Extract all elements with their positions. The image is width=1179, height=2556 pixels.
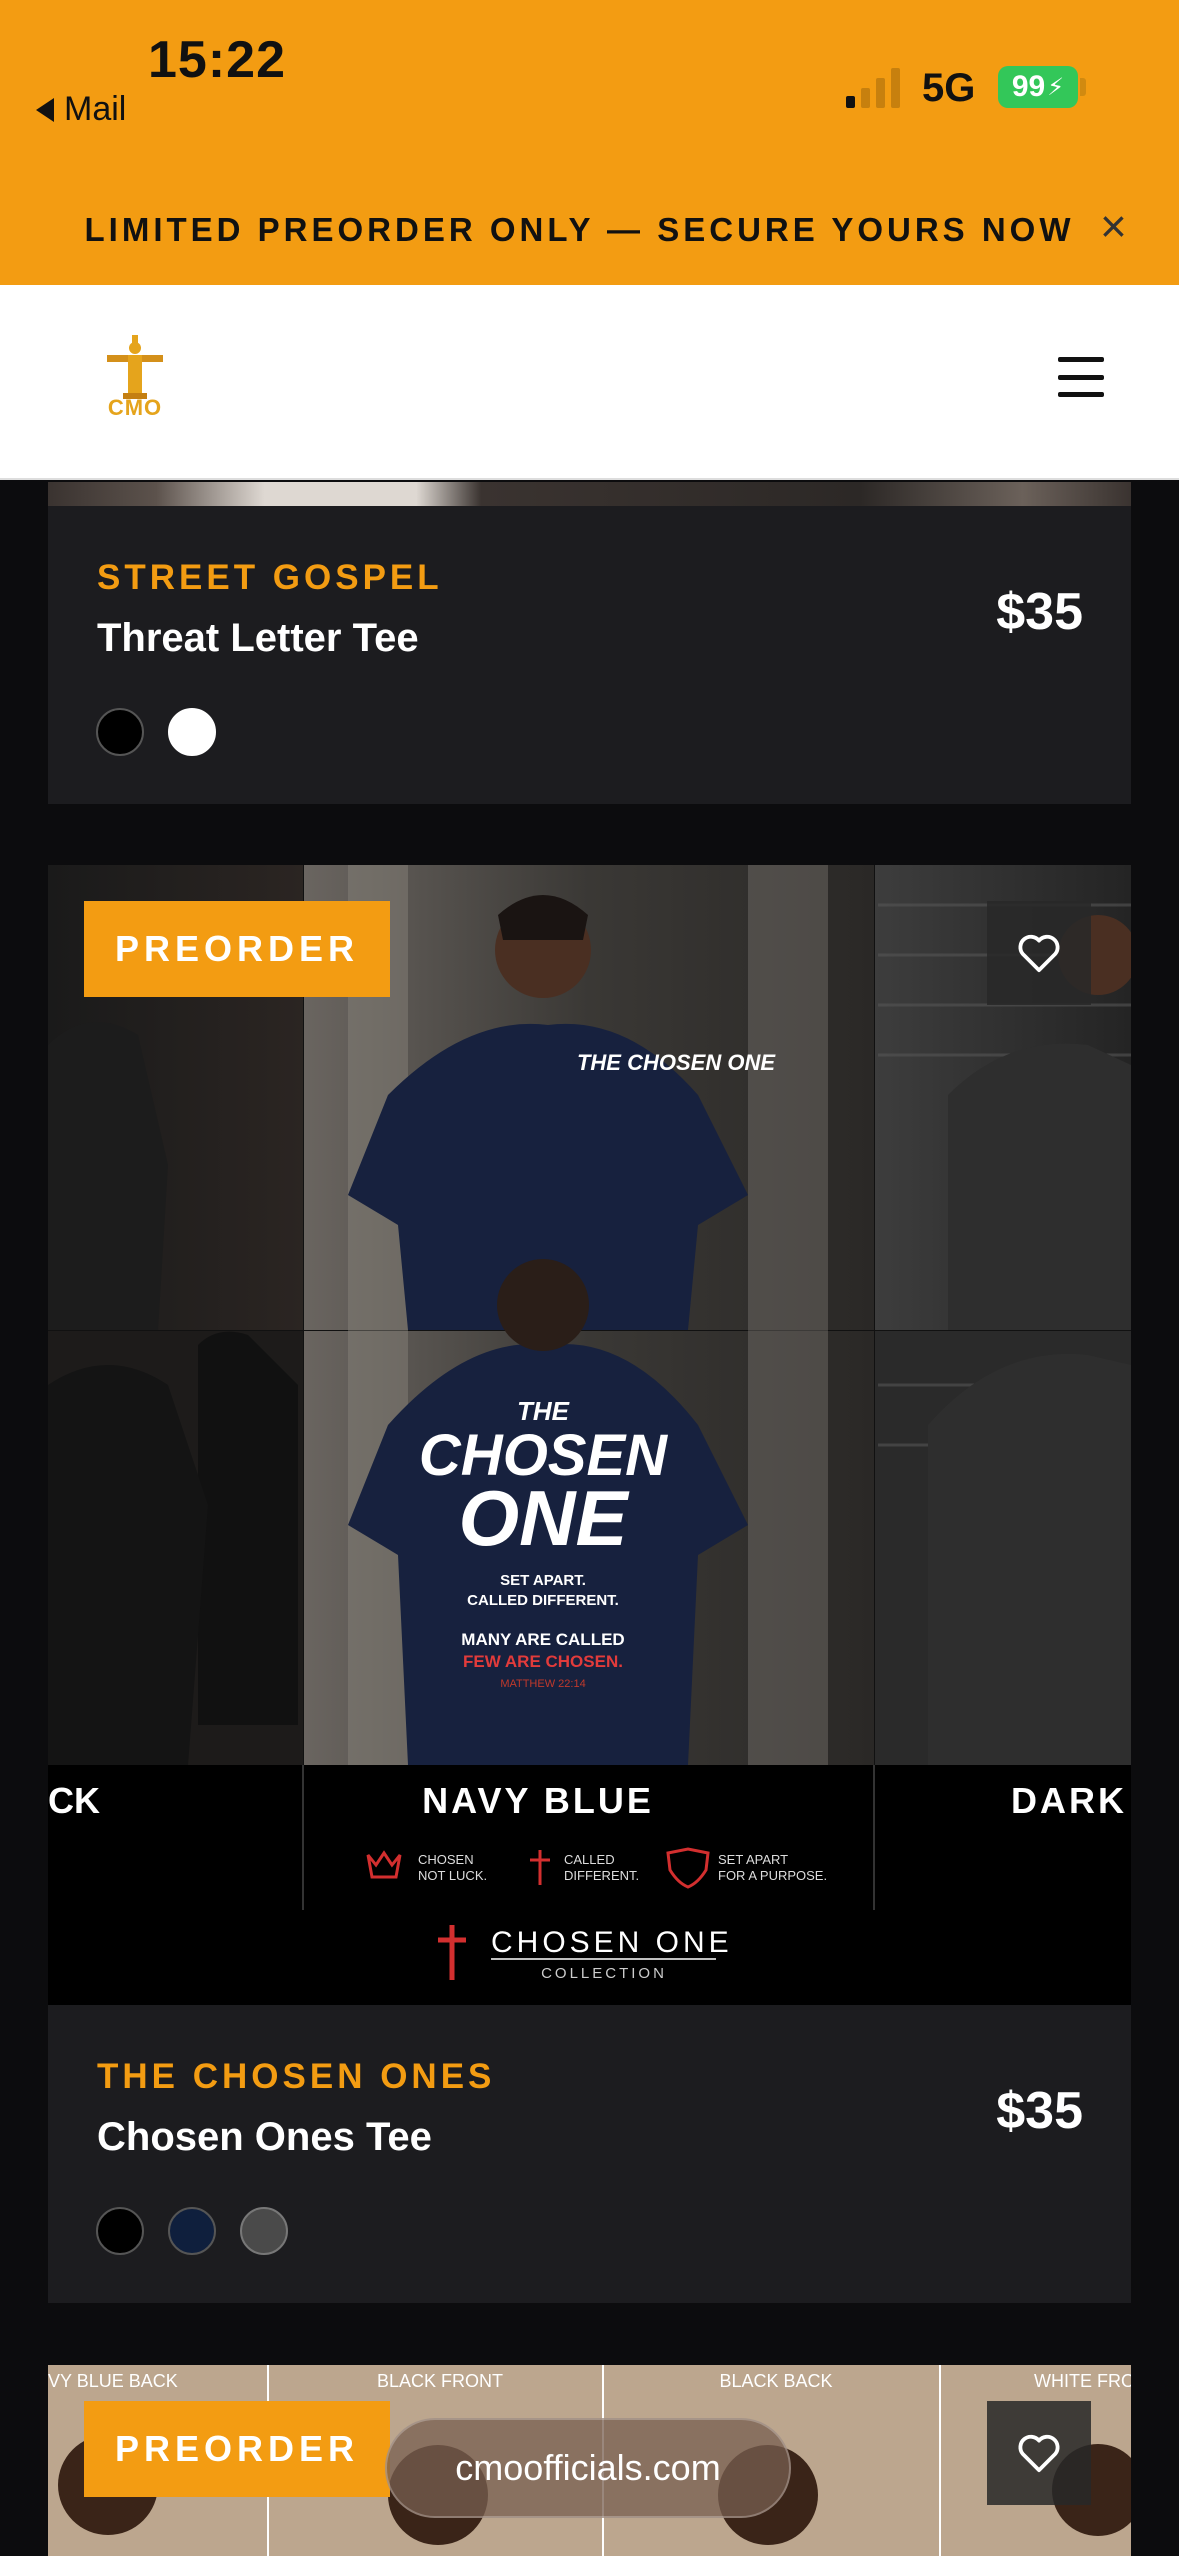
- product-name: Chosen Ones Tee: [97, 2115, 432, 2159]
- product-price: $35: [996, 583, 1083, 641]
- charging-icon: ⚡: [1047, 73, 1065, 101]
- collection-logo-title: CHOSEN ONE: [491, 1926, 733, 1959]
- panel-label-left: CK: [48, 1780, 100, 1821]
- cmo-logo[interactable]: CMO: [95, 333, 175, 429]
- svg-text:MATTHEW 22:14: MATTHEW 22:14: [500, 1678, 585, 1690]
- wishlist-button[interactable]: [987, 2401, 1091, 2505]
- svg-text:WHITE FRO: WHITE FRO: [1034, 2371, 1131, 2391]
- back-label: Mail: [64, 90, 127, 128]
- svg-text:SET APART.: SET APART.: [500, 1572, 586, 1589]
- site-header: CMO: [0, 285, 1179, 480]
- svg-text:MANY ARE CALLED: MANY ARE CALLED: [461, 1630, 624, 1649]
- preorder-badge: PREORDER: [84, 901, 390, 997]
- svg-text:BLACK BACK: BLACK BACK: [719, 2371, 832, 2391]
- promo-text: LIMITED PREORDER ONLY — SECURE YOURS NOW: [84, 211, 1075, 248]
- svg-text:BLACK FRONT: BLACK FRONT: [377, 2371, 503, 2391]
- product-photo-collage: THE CHOSEN ONE THE CHOSEN ONE SET APART.…: [48, 865, 1131, 2005]
- address-bar-domain: cmoofficials.com: [455, 2447, 721, 2488]
- address-bar[interactable]: cmoofficials.com: [385, 2418, 791, 2518]
- svg-text:CALLED: CALLED: [564, 1852, 615, 1867]
- product-image-partial[interactable]: [48, 482, 1131, 506]
- panel-label-center: NAVY BLUE: [422, 1780, 654, 1821]
- svg-text:FEW ARE CHOSEN.: FEW ARE CHOSEN.: [463, 1652, 623, 1671]
- logo-figure-icon: [107, 335, 163, 399]
- svg-text:CHOSEN: CHOSEN: [418, 1852, 474, 1867]
- panel-label-right: DARK: [1011, 1780, 1127, 1821]
- product-price: $35: [996, 2082, 1083, 2140]
- swatch-black[interactable]: [96, 708, 144, 756]
- svg-text:NOT LUCK.: NOT LUCK.: [418, 1868, 487, 1883]
- product-collection: THE CHOSEN ONES: [97, 2057, 496, 2096]
- svg-text:ONE: ONE: [458, 1474, 629, 1562]
- status-time: 15:22: [148, 31, 286, 89]
- promo-banner: LIMITED PREORDER ONLY — SECURE YOURS NOW…: [0, 195, 1179, 265]
- swatch-dark-grey[interactable]: [240, 2207, 288, 2255]
- battery-nub: [1080, 78, 1086, 96]
- signal-icon: [846, 68, 900, 108]
- swatch-black[interactable]: [96, 2207, 144, 2255]
- menu-icon[interactable]: [1058, 357, 1104, 397]
- network-type: 5G: [922, 66, 976, 110]
- shirt-front-print: THE CHOSEN ONE: [577, 1050, 776, 1075]
- back-to-mail-button[interactable]: Mail: [36, 90, 126, 129]
- svg-text:THE: THE: [517, 1396, 570, 1426]
- swatch-white[interactable]: [168, 708, 216, 756]
- battery-icon: 99 ⚡: [998, 66, 1078, 108]
- collection-logo-sub: COLLECTION: [541, 1965, 667, 1982]
- left-back-figure: [198, 1331, 298, 1725]
- promo-close-icon[interactable]: ×: [1100, 203, 1127, 249]
- product-collection: STREET GOSPEL: [97, 558, 443, 597]
- heart-icon: [1018, 2434, 1060, 2473]
- back-arrow-icon: [36, 97, 54, 122]
- battery-level: 99: [1011, 70, 1046, 103]
- wishlist-button[interactable]: [987, 901, 1091, 1005]
- product-image[interactable]: THE CHOSEN ONE THE CHOSEN ONE SET APART.…: [48, 865, 1131, 2005]
- svg-text:FOR A PURPOSE.: FOR A PURPOSE.: [718, 1868, 827, 1883]
- svg-text:DIFFERENT.: DIFFERENT.: [564, 1868, 639, 1883]
- product-card-info[interactable]: THE CHOSEN ONES Chosen Ones Tee $35: [48, 2005, 1131, 2303]
- logo-text: CMO: [107, 395, 163, 420]
- product-name: Threat Letter Tee: [97, 616, 419, 660]
- swatch-navy[interactable]: [168, 2207, 216, 2255]
- product-card-info[interactable]: STREET GOSPEL Threat Letter Tee $35: [48, 506, 1131, 804]
- preorder-badge: PREORDER: [84, 2401, 390, 2497]
- heart-icon: [1018, 934, 1060, 973]
- svg-text:VY BLUE BACK: VY BLUE BACK: [48, 2371, 178, 2391]
- svg-text:SET APART: SET APART: [718, 1852, 788, 1867]
- svg-text:CALLED DIFFERENT.: CALLED DIFFERENT.: [467, 1592, 619, 1609]
